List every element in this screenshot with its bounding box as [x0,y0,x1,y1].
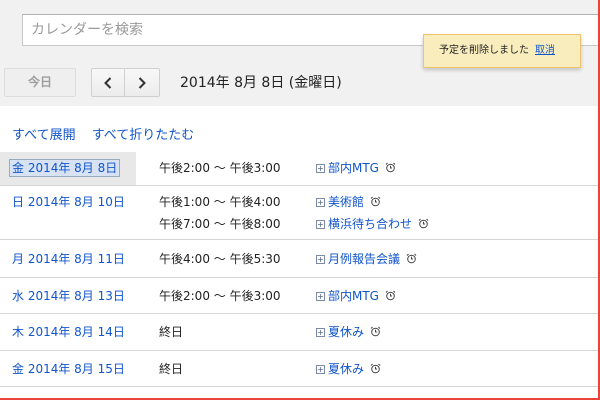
event-title-text: 部内MTG [328,161,379,175]
current-date-title: 2014年 8月 8日 (金曜日) [180,75,342,91]
event-title[interactable]: + 夏休み [316,361,381,378]
expand-icon[interactable]: + [316,328,325,337]
event-title-text: 美術館 [328,195,365,209]
event-title[interactable]: + 夏休み [316,324,381,341]
today-button[interactable]: 今日 [4,68,76,97]
deleted-notification: 予定を削除しました 取消 [423,34,581,68]
alarm-clock-icon [406,252,417,268]
collapse-all-link[interactable]: すべて折りたたむ [92,128,195,143]
chevron-left-icon [104,76,112,89]
chevron-right-icon [138,76,146,89]
alarm-clock-icon [385,289,396,305]
expand-icon[interactable]: + [316,220,325,229]
agenda-view: すべて展開 すべて折りたたむ 金 2014年 8月 8日 午後2:00 ～ 午後… [0,106,598,398]
expand-icon[interactable]: + [316,292,325,301]
event-time: 午後1:00 ～ 午後4:00 [159,195,281,209]
event-title[interactable]: + 部内MTG [316,288,396,305]
event-time: 終日 [159,325,184,339]
agenda-event: 終日 + 夏休み [0,361,598,383]
next-button[interactable] [124,68,160,97]
agenda-event: 午後7:00 ～ 午後8:00 + 横浜待ち合わせ [0,216,598,238]
event-title-text: 夏休み [328,362,365,376]
event-title[interactable]: + 月例報告会議 [316,251,417,268]
event-title-text: 部内MTG [328,289,379,303]
agenda-row: 日 2014年 8月 10日 午後1:00 ～ 午後4:00 + 美術館 午後7:… [0,186,598,240]
event-time: 午後2:00 ～ 午後3:00 [159,161,281,175]
expand-icon[interactable]: + [316,365,325,374]
event-title[interactable]: + 部内MTG [316,160,396,177]
event-title-text: 月例報告会議 [328,252,401,266]
event-title[interactable]: + 横浜待ち合わせ [316,216,429,233]
alarm-clock-icon [385,161,396,177]
expand-all-link[interactable]: すべて展開 [12,128,76,143]
agenda-event: 午後1:00 ～ 午後4:00 + 美術館 [0,194,598,216]
alarm-clock-icon [418,217,429,233]
event-title[interactable]: + 美術館 [316,194,381,211]
agenda-list: 金 2014年 8月 8日 午後2:00 ～ 午後3:00 + 部内MTG 日 2… [0,152,598,387]
expand-icon[interactable]: + [316,198,325,207]
alarm-clock-icon [370,362,381,378]
undo-link[interactable]: 取消 [535,45,555,56]
event-time: 午後4:00 ～ 午後5:30 [159,252,281,266]
agenda-event: 午後2:00 ～ 午後3:00 + 部内MTG [0,288,598,310]
expand-icon[interactable]: + [316,164,325,173]
event-time: 終日 [159,362,184,376]
toast-message: 予定を削除しました [439,45,529,56]
alarm-clock-icon [370,325,381,341]
agenda-event: 午後4:00 ～ 午後5:30 + 月例報告会議 [0,251,598,273]
agenda-event: 終日 + 夏休み [0,324,598,346]
expand-icon[interactable]: + [316,255,325,264]
alarm-clock-icon [370,195,381,211]
previous-button[interactable] [91,68,125,97]
event-time: 午後2:00 ～ 午後3:00 [159,289,281,303]
event-time: 午後7:00 ～ 午後8:00 [159,217,281,231]
agenda-row: 金 2014年 8月 8日 午後2:00 ～ 午後3:00 + 部内MTG [0,152,598,186]
agenda-row: 木 2014年 8月 14日 終日 + 夏休み [0,314,598,351]
event-title-text: 夏休み [328,325,365,339]
agenda-row: 金 2014年 8月 15日 終日 + 夏休み [0,351,598,387]
agenda-event: 午後2:00 ～ 午後3:00 + 部内MTG [0,160,598,182]
agenda-row: 月 2014年 8月 11日 午後4:00 ～ 午後5:30 + 月例報告会議 [0,240,598,278]
event-title-text: 横浜待ち合わせ [328,217,413,231]
agenda-links: すべて展開 すべて折りたたむ [12,124,206,143]
agenda-row: 水 2014年 8月 13日 午後2:00 ～ 午後3:00 + 部内MTG [0,278,598,314]
toolbar: 今日 2014年 8月 8日 (金曜日) [0,62,600,106]
